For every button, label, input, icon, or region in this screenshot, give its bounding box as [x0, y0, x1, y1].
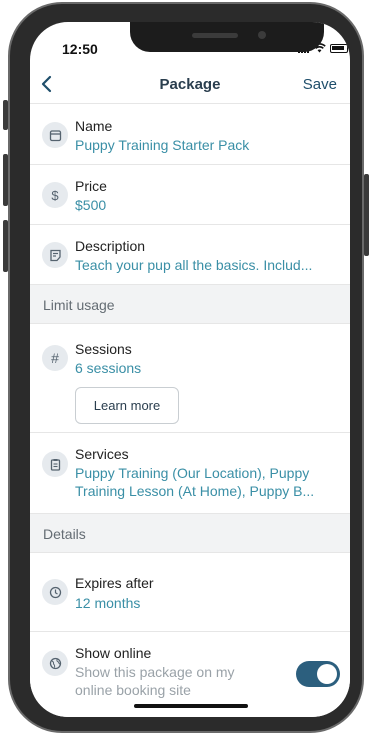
sessions-row[interactable]: # Sessions 6 sessions Learn more: [30, 324, 350, 433]
hash-icon: #: [42, 345, 68, 371]
price-label: Price: [75, 178, 107, 194]
battery-icon: [330, 44, 348, 53]
navigation-bar: Package Save: [30, 66, 350, 104]
description-value: Teach your pup all the basics. Includ...: [75, 257, 313, 273]
services-row[interactable]: Services Puppy Training (Our Location), …: [30, 433, 350, 514]
status-time: 12:50: [62, 41, 98, 57]
services-value-line1: Puppy Training (Our Location), Puppy: [75, 465, 310, 481]
description-label: Description: [75, 238, 146, 254]
expires-label: Expires after: [75, 575, 154, 591]
sessions-value: 6 sessions: [75, 360, 142, 376]
power-button: [364, 174, 369, 256]
save-button[interactable]: Save: [303, 76, 337, 93]
services-value-line2: Training Lesson (At Home), Puppy B...: [75, 483, 315, 499]
dollar-icon: $: [42, 182, 68, 208]
services-label: Services: [75, 446, 129, 462]
name-label: Name: [75, 118, 113, 134]
speaker: [192, 33, 238, 38]
show-online-label: Show online: [75, 645, 152, 661]
volume-down-button: [3, 220, 8, 272]
expires-value: 12 months: [75, 595, 141, 611]
show-online-sub-line1: Show this package on my: [75, 664, 235, 680]
globe-icon: [42, 650, 68, 676]
clock-icon: [42, 579, 68, 605]
limit-usage-header: Limit usage: [30, 285, 350, 324]
show-online-toggle[interactable]: [296, 661, 340, 687]
toggle-knob: [317, 664, 337, 684]
limit-usage-title: Limit usage: [43, 297, 115, 313]
package-icon: [42, 122, 68, 148]
show-online-sub-line2: online booking site: [75, 682, 191, 698]
expires-row[interactable]: Expires after 12 months: [30, 553, 350, 632]
clipboard-icon: [42, 451, 68, 477]
sessions-label: Sessions: [75, 341, 132, 357]
learn-more-button[interactable]: Learn more: [75, 387, 179, 424]
details-header: Details: [30, 514, 350, 553]
price-row[interactable]: $ Price $500: [30, 165, 350, 225]
camera: [258, 31, 266, 39]
description-row[interactable]: Description Teach your pup all the basic…: [30, 225, 350, 285]
mute-switch: [3, 100, 8, 130]
name-row[interactable]: Name Puppy Training Starter Pack: [30, 105, 350, 165]
home-indicator: [134, 704, 248, 708]
notch: [130, 22, 324, 52]
details-title: Details: [43, 526, 86, 542]
note-icon: [42, 242, 68, 268]
price-value: $500: [75, 197, 107, 213]
volume-up-button: [3, 154, 8, 206]
app-screen: 12:50 Package Save Name Puppy Training S…: [30, 22, 350, 717]
name-value: Puppy Training Starter Pack: [75, 137, 250, 153]
